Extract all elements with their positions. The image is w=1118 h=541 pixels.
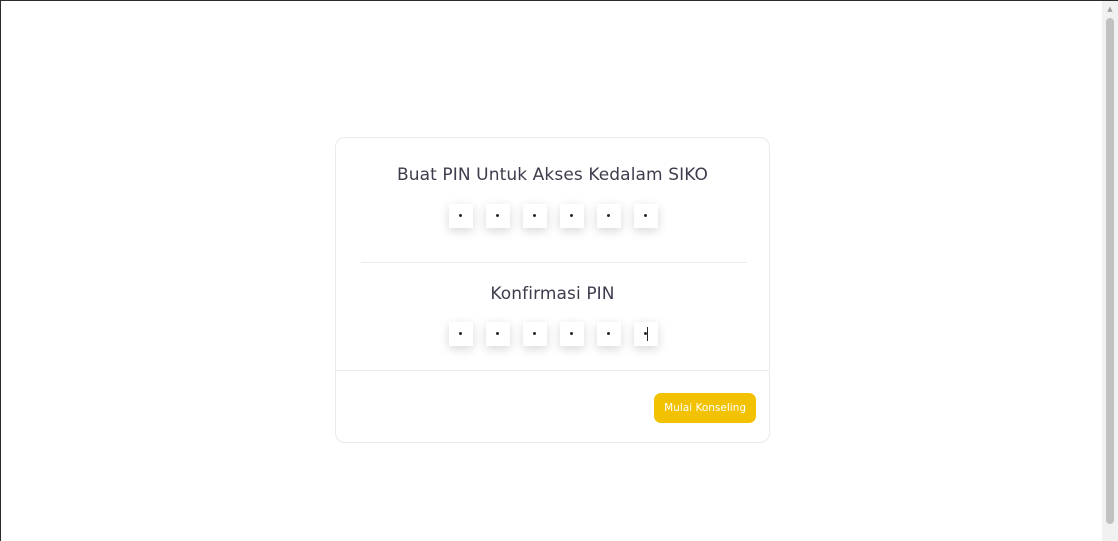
masked-digit-dot xyxy=(570,214,573,217)
confirm-pin-digit-1[interactable] xyxy=(449,322,473,346)
create-pin-title: Buat PIN Untuk Akses Kedalam SIKO xyxy=(396,165,709,185)
scroll-up-arrow-icon[interactable]: ▲ xyxy=(1102,1,1118,17)
text-caret xyxy=(647,327,648,341)
masked-digit-dot xyxy=(459,214,462,217)
masked-digit-dot xyxy=(607,332,610,335)
vertical-scrollbar[interactable]: ▲ xyxy=(1102,1,1118,541)
confirm-pin-digit-4[interactable] xyxy=(560,322,584,346)
section-divider xyxy=(361,262,747,263)
masked-digit-dot xyxy=(644,214,647,217)
confirm-pin-digit-2[interactable] xyxy=(486,322,510,346)
create-pin-digit-3[interactable] xyxy=(523,204,547,228)
footer-divider xyxy=(336,370,769,371)
create-pin-digit-6[interactable] xyxy=(634,204,658,228)
masked-digit-dot xyxy=(496,332,499,335)
masked-digit-dot xyxy=(533,214,536,217)
masked-digit-dot xyxy=(459,332,462,335)
confirm-pin-digit-6[interactable] xyxy=(634,322,658,346)
start-counseling-button[interactable]: Mulai Konseling xyxy=(654,393,756,423)
create-pin-digit-1[interactable] xyxy=(449,204,473,228)
create-pin-inputs xyxy=(449,204,658,228)
create-pin-digit-5[interactable] xyxy=(597,204,621,228)
masked-digit-dot xyxy=(570,332,573,335)
confirm-pin-digit-5[interactable] xyxy=(597,322,621,346)
confirm-pin-inputs xyxy=(449,322,658,346)
create-pin-digit-2[interactable] xyxy=(486,204,510,228)
create-pin-digit-4[interactable] xyxy=(560,204,584,228)
masked-digit-dot xyxy=(496,214,499,217)
scrollbar-thumb[interactable] xyxy=(1106,18,1114,524)
confirm-pin-digit-3[interactable] xyxy=(523,322,547,346)
browser-viewport: Buat PIN Untuk Akses Kedalam SIKO Konfir… xyxy=(0,0,1118,541)
masked-digit-dot xyxy=(607,214,610,217)
confirm-pin-title: Konfirmasi PIN xyxy=(490,284,615,304)
masked-digit-dot xyxy=(533,332,536,335)
pin-setup-card: Buat PIN Untuk Akses Kedalam SIKO Konfir… xyxy=(335,137,770,443)
